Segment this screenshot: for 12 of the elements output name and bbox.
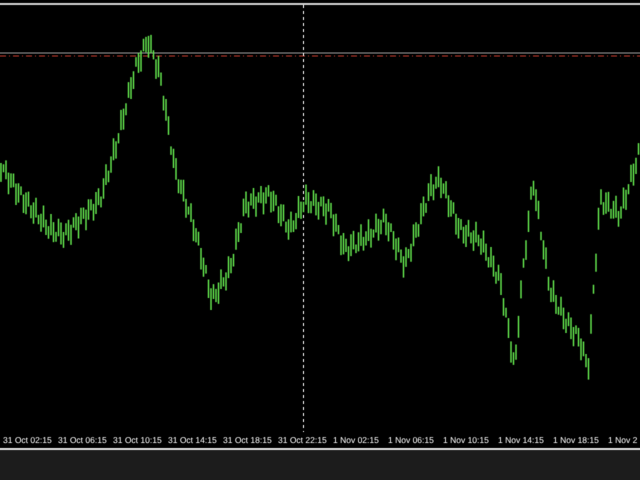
time-label: 1 Nov 02:15 bbox=[332, 434, 380, 447]
time-label: 1 Nov 18:15 bbox=[552, 434, 600, 447]
time-label: 31 Oct 18:15 bbox=[222, 434, 273, 447]
time-label: 31 Oct 06:15 bbox=[57, 434, 108, 447]
time-label: 1 Nov 2 bbox=[607, 434, 638, 447]
time-label: 1 Nov 06:15 bbox=[387, 434, 435, 447]
time-label: 31 Oct 22:15 bbox=[277, 434, 328, 447]
time-label: 31 Oct 14:15 bbox=[167, 434, 218, 447]
time-label: 31 Oct 02:15 bbox=[2, 434, 53, 447]
time-label: 1 Nov 10:15 bbox=[442, 434, 490, 447]
time-label: 1 Nov 14:15 bbox=[497, 434, 545, 447]
time-label: 31 Oct 10:15 bbox=[112, 434, 163, 447]
